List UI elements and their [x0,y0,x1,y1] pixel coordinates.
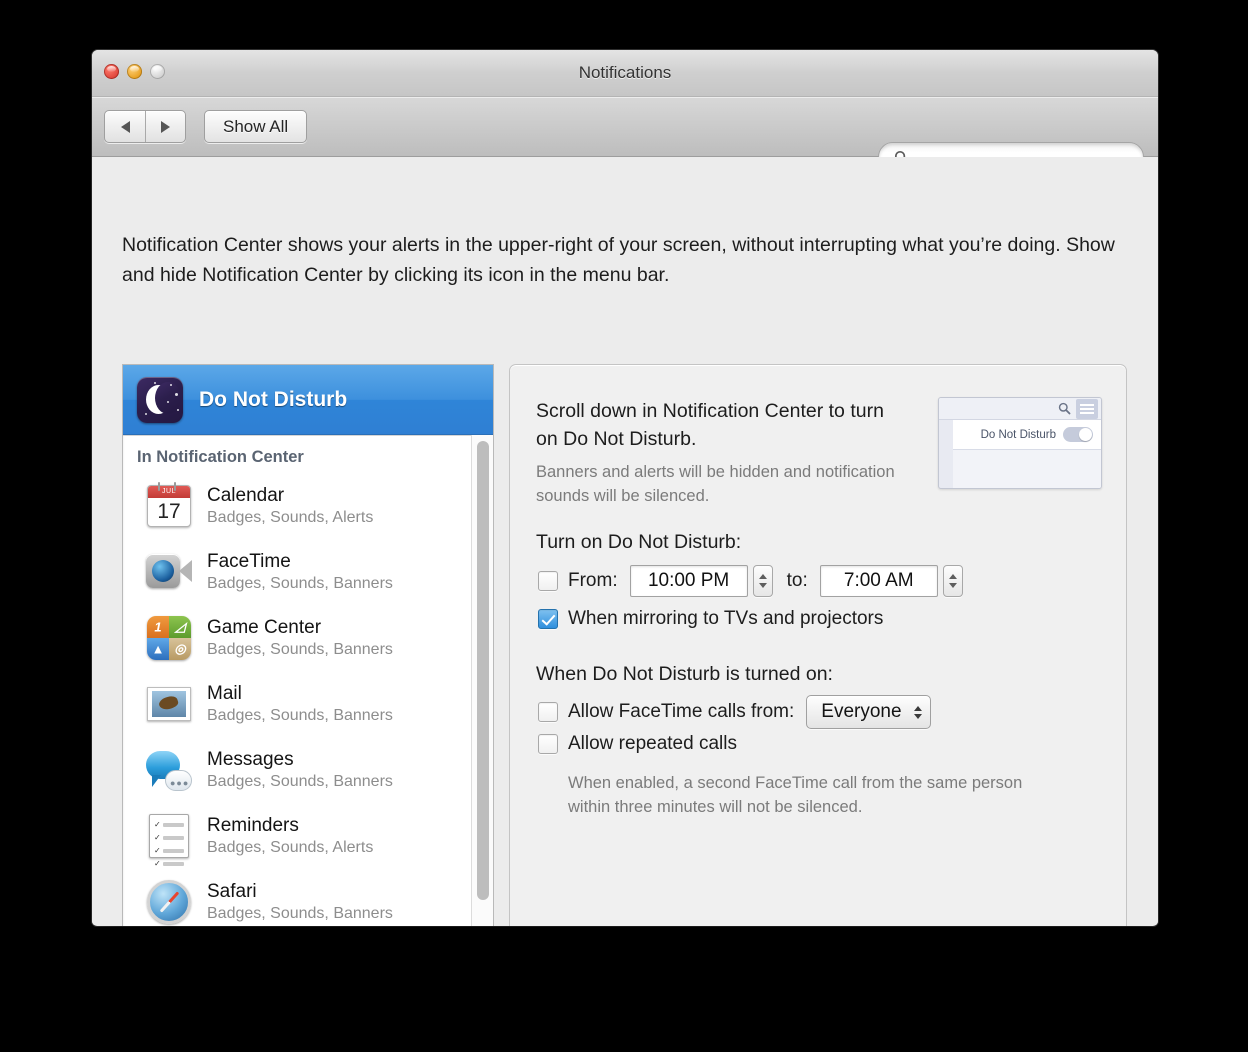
detail-subtext: Banners and alerts will be hidden and no… [536,463,895,505]
repeated-calls-row: Allow repeated calls [538,733,737,755]
when-on-section-title: When Do Not Disturb is turned on: [536,663,833,685]
back-button[interactable] [105,111,145,142]
calendar-icon: JUL 17 [145,482,193,530]
list-item-facetime[interactable]: FaceTime Badges, Sounds, Banners [123,539,493,605]
preview-toolbar [939,398,1101,420]
sidebar-scrollbar-thumb[interactable] [477,441,489,900]
to-time-field[interactable]: 7:00 AM [819,565,938,597]
list-item-name: FaceTime [207,551,291,572]
sidebar-scrollbar[interactable] [471,435,493,926]
list-item-detail: Badges, Sounds, Banners [207,707,393,724]
schedule-checkbox[interactable] [538,571,558,591]
preview-dnd-label: Do Not Disturb [980,428,1056,441]
reminders-icon: ✓ ✓ ✓ ✓ [145,812,193,868]
mail-icon [145,680,193,728]
list-item-detail: Badges, Sounds, Alerts [207,509,374,526]
list-item-text: Messages Badges, Sounds, Banners [207,748,393,792]
list-item-text: Calendar Badges, Sounds, Alerts [207,484,373,528]
facetime-callers-popup[interactable]: Everyone [806,695,931,729]
list-item-name: Calendar [207,485,285,506]
list-item-text: Game Center Badges, Sounds, Banners [207,616,393,660]
show-all-button[interactable]: Show All [204,110,308,143]
list-item-game-center[interactable]: 1 ◿ ▲ ◎ Game Center Badges, Sounds, Bann… [123,605,493,671]
preview-empty-area [953,450,1101,488]
intro-description: Notification Center shows your alerts in… [122,234,1115,286]
list-item-detail: Badges, Sounds, Banners [207,575,393,592]
list-item-detail: Badges, Sounds, Banners [207,641,393,658]
forward-arrow-icon [161,120,170,133]
list-item-text: Mail Badges, Sounds, Banners [207,682,393,726]
from-label: From: [568,570,618,591]
do-not-disturb-moon-icon [137,376,183,423]
preview-dnd-row: Do Not Disturb [953,420,1101,450]
allow-repeated-calls-checkbox[interactable] [538,734,558,754]
list-item-text: FaceTime Badges, Sounds, Banners [207,550,393,594]
chevron-updown-icon [913,705,922,719]
mirroring-checkbox[interactable] [538,609,558,629]
preview-dnd-toggle [1063,427,1093,442]
mirroring-label: When mirroring to TVs and projectors [568,608,884,629]
to-time-stepper[interactable] [942,565,963,597]
list-group-header: In Notification Center [137,448,304,466]
list-item-messages[interactable]: ●●● Messages Badges, Sounds, Banners [123,737,493,803]
from-time-field[interactable]: 10:00 PM [629,565,748,597]
list-item-do-not-disturb[interactable]: Do Not Disturb [123,365,493,435]
calendar-icon-month: JUL [148,486,190,498]
preferences-window: Notifications Show All Notification Cent… [92,50,1158,926]
list-item-safari[interactable]: Safari Badges, Sounds, Banners [123,869,493,926]
repeated-calls-help-text: When enabled, a second FaceTime call fro… [568,774,1023,816]
window-toolbar: Show All [92,97,1158,172]
facetime-row: Allow FaceTime calls from: Everyone [538,695,931,729]
back-arrow-icon [120,120,130,133]
list-item-reminders[interactable]: ✓ ✓ ✓ ✓ Reminders Badges, Sounds, Alerts [123,803,493,869]
window-title: Notifications [578,63,672,82]
schedule-row: From: 10:00 PM to: 7:00 AM [538,565,963,597]
calendar-icon-day: 17 [157,500,181,523]
notification-source-list[interactable]: Do Not Disturb In Notification Center JU… [122,364,494,926]
from-time-stepper[interactable] [752,565,773,597]
list-item-mail[interactable]: Mail Badges, Sounds, Banners [123,671,493,737]
list-item-detail: Badges, Sounds, Banners [207,773,393,790]
list-item-name: Mail [207,683,242,704]
facetime-callers-value: Everyone [821,701,902,722]
list-item-text: Reminders Badges, Sounds, Alerts [207,814,373,858]
forward-button[interactable] [145,111,185,142]
detail-heading: Scroll down in Notification Center to tu… [536,400,884,450]
messages-icon: ●●● [145,746,193,794]
window-titlebar: Notifications [92,50,1158,97]
game-center-icon: 1 ◿ ▲ ◎ [145,614,193,662]
list-item-detail: Badges, Sounds, Banners [207,905,393,922]
search-icon [1058,402,1071,415]
list-view-icon [1076,398,1098,419]
mirroring-row: When mirroring to TVs and projectors [538,608,883,630]
preferences-body: Notification Center shows your alerts in… [92,157,1158,926]
safari-icon [145,878,193,926]
to-label: to: [786,570,808,591]
allow-facetime-checkbox[interactable] [538,702,558,722]
list-item-text: Safari Badges, Sounds, Banners [207,880,393,924]
do-not-disturb-detail-panel: Scroll down in Notification Center to tu… [509,364,1127,926]
list-item-detail: Badges, Sounds, Alerts [207,839,374,856]
allow-repeated-calls-label: Allow repeated calls [568,733,737,754]
list-item-name: Messages [207,749,294,770]
facetime-icon [145,548,193,596]
allow-facetime-label: Allow FaceTime calls from: [568,701,795,722]
notification-center-preview: Do Not Disturb [938,397,1102,489]
list-item-name: Game Center [207,617,322,638]
navigation-segmented-control[interactable] [104,110,186,143]
do-not-disturb-label: Do Not Disturb [199,387,348,411]
list-item-name: Reminders [207,815,299,836]
list-item-name: Safari [207,881,257,902]
turn-on-section-title: Turn on Do Not Disturb: [536,531,742,553]
list-item-calendar[interactable]: JUL 17 Calendar Badges, Sounds, Alerts [123,473,493,539]
